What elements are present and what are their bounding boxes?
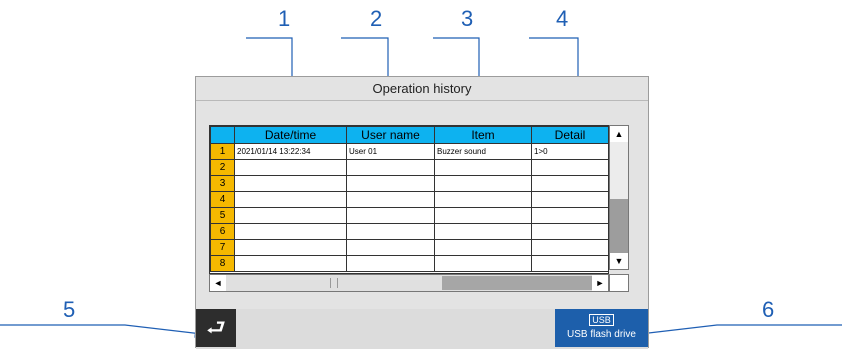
scroll-right-arrow-icon[interactable]: ► bbox=[592, 275, 608, 291]
row-number: 1 bbox=[210, 143, 235, 160]
return-arrow-icon: ⮐ bbox=[206, 315, 226, 340]
scrollbar-corner bbox=[609, 274, 629, 292]
history-table: Date/time User name Item Detail 1 2021/0… bbox=[210, 126, 608, 272]
callout-number-5: 5 bbox=[63, 297, 76, 322]
column-header-datetime[interactable]: Date/time bbox=[234, 126, 347, 144]
horizontal-scrollbar[interactable]: ◄ ► bbox=[209, 274, 609, 292]
horizontal-scroll-grip bbox=[330, 278, 338, 288]
cell-datetime: 2021/01/14 13:22:34 bbox=[234, 143, 347, 160]
column-header-user-name[interactable]: User name bbox=[346, 126, 435, 144]
scroll-left-arrow-icon[interactable]: ◄ bbox=[210, 275, 226, 291]
table-row[interactable]: 5 bbox=[210, 207, 608, 224]
table-row[interactable]: 7 bbox=[210, 239, 608, 256]
operation-history-screen: Operation history Date/time User name It… bbox=[195, 76, 649, 349]
usb-button-label: USB flash drive bbox=[567, 329, 636, 340]
table-row[interactable]: 8 bbox=[210, 255, 608, 272]
usb-icon: USB bbox=[589, 314, 614, 326]
row-number: 6 bbox=[210, 223, 235, 240]
cell-user-name: User 01 bbox=[346, 143, 435, 160]
table-row[interactable]: 2 bbox=[210, 159, 608, 176]
cell-detail: 1>0 bbox=[531, 143, 608, 160]
row-number: 5 bbox=[210, 207, 235, 224]
column-header-item[interactable]: Item bbox=[434, 126, 532, 144]
row-number: 8 bbox=[210, 255, 235, 272]
vertical-scroll-thumb[interactable] bbox=[610, 199, 628, 254]
usb-flash-drive-button[interactable]: USB USB flash drive bbox=[555, 309, 648, 347]
scroll-up-arrow-icon[interactable]: ▲ bbox=[610, 126, 628, 142]
callout-line-6 bbox=[637, 324, 842, 338]
row-number: 4 bbox=[210, 191, 235, 208]
row-number: 7 bbox=[210, 239, 235, 256]
callout-number-2: 2 bbox=[370, 6, 383, 31]
vertical-scrollbar[interactable]: ▲ ▼ bbox=[609, 125, 629, 270]
callout-number-3: 3 bbox=[461, 6, 474, 31]
callout-line-5 bbox=[0, 324, 205, 338]
horizontal-scroll-thumb[interactable] bbox=[442, 276, 592, 290]
back-button[interactable]: ⮐ bbox=[196, 309, 236, 347]
table-row[interactable]: 4 bbox=[210, 191, 608, 208]
table-row[interactable]: 1 2021/01/14 13:22:34 User 01 Buzzer sou… bbox=[210, 143, 608, 160]
scroll-down-arrow-icon[interactable]: ▼ bbox=[610, 253, 628, 269]
callout-number-4: 4 bbox=[556, 6, 569, 31]
cell-item: Buzzer sound bbox=[434, 143, 532, 160]
column-header-detail[interactable]: Detail bbox=[531, 126, 608, 144]
table-corner-cell bbox=[210, 126, 235, 144]
row-number: 2 bbox=[210, 159, 235, 176]
table-row[interactable]: 3 bbox=[210, 175, 608, 192]
table-row[interactable]: 6 bbox=[210, 223, 608, 240]
callout-number-1: 1 bbox=[278, 6, 291, 31]
row-number: 3 bbox=[210, 175, 235, 192]
callout-number-6: 6 bbox=[762, 297, 775, 322]
screen-title: Operation history bbox=[196, 77, 648, 101]
table-header-row: Date/time User name Item Detail bbox=[210, 126, 608, 144]
history-table-container: Date/time User name Item Detail 1 2021/0… bbox=[209, 125, 609, 274]
